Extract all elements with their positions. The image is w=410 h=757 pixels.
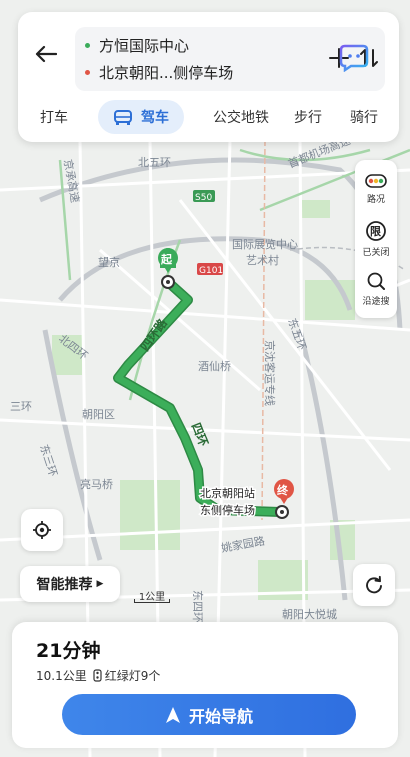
tab-taxi-label: 打车 (40, 110, 68, 126)
label-sanhuan: 三环 (10, 400, 32, 413)
refresh-button[interactable] (353, 564, 395, 606)
label-s50: S50 (195, 193, 212, 203)
recommend-label: 智能推荐 (36, 577, 93, 593)
tab-bike[interactable]: 骑行 (344, 100, 384, 134)
car-icon (114, 110, 132, 125)
navigation-arrow-icon (165, 706, 180, 723)
map-tools-panel: 路况 限 已关闭 沿途搜 (355, 160, 397, 318)
route-summary-card: 21分钟 10.1公里 红绿灯9个 开始导航 (12, 622, 398, 748)
route-distance: 10.1公里 (36, 669, 87, 683)
tab-taxi[interactable]: 打车 (32, 100, 76, 134)
tab-bike-label: 骑行 (350, 110, 378, 126)
restriction-glyph: 限 (370, 224, 381, 238)
label-artzone: 艺术村 (246, 253, 279, 267)
origin-dot-icon (85, 43, 90, 48)
label-liangmaqiao: 亮马桥 (80, 477, 113, 491)
assistant-icon[interactable] (339, 42, 369, 72)
tab-walk[interactable]: 步行 (288, 100, 328, 134)
crosshair-icon (33, 521, 51, 539)
traffic-toggle[interactable]: 路况 (355, 164, 397, 214)
route-planner-card: 方恒国际中心 北京朝阳...侧停车场 打车 驾车 公交地铁 步行 骑行 (18, 12, 399, 142)
route-duration: 21分钟 (36, 640, 101, 662)
back-button[interactable] (26, 34, 66, 74)
label-north5: 北五环 (138, 156, 171, 169)
destination-text: 北京朝阳...侧停车场 (99, 64, 234, 82)
play-triangle-icon: ▶ (96, 579, 104, 589)
restriction-toggle[interactable]: 限 已关闭 (355, 214, 397, 264)
travel-mode-tabs: 打车 驾车 公交地铁 步行 骑行 (18, 100, 399, 134)
search-along-label: 沿途搜 (362, 297, 390, 307)
traffic-label: 路况 (366, 195, 385, 205)
scale-line (134, 599, 170, 603)
smart-recommend-button[interactable]: 智能推荐 ▶ (20, 566, 120, 602)
locate-button[interactable] (21, 509, 63, 551)
origin-text: 方恒国际中心 (99, 37, 190, 55)
traffic-light-count: 红绿灯9个 (104, 669, 161, 683)
label-east4-bottom: 东四环 (191, 590, 204, 623)
dest-label-line2: 东侧停车场 (200, 503, 255, 517)
traffic-light-count-icon (93, 669, 102, 682)
dest-label-line1: 北京朝阳站 (200, 486, 255, 500)
refresh-icon (366, 575, 382, 594)
search-icon (367, 272, 385, 290)
label-chaoyang: 朝阳区 (82, 408, 115, 421)
destination-dot-icon (85, 70, 90, 75)
label-jingshen: 京沈客运专线 (263, 340, 277, 406)
search-along-button[interactable]: 沿途搜 (355, 264, 397, 314)
route-info: 10.1公里 红绿灯9个 (36, 667, 160, 684)
restriction-label: 已关闭 (362, 248, 390, 258)
tab-transit-label: 公交地铁 (213, 110, 269, 126)
traffic-light-icon (365, 174, 387, 188)
label-expo: 国际展览中心 (232, 237, 298, 251)
restriction-icon: 限 (366, 221, 386, 241)
tab-drive[interactable]: 驾车 (98, 100, 184, 134)
start-navigation-button[interactable]: 开始导航 (62, 694, 356, 735)
destination-field[interactable]: 北京朝阳...侧停车场 (85, 62, 233, 83)
label-jiuxianqiao: 酒仙桥 (198, 360, 231, 373)
start-marker[interactable]: 起 (158, 248, 178, 289)
start-navigation-label: 开始导航 (188, 706, 253, 726)
end-marker-label: 终 (277, 483, 289, 497)
start-marker-label: 起 (160, 252, 173, 266)
tab-walk-label: 步行 (294, 110, 322, 126)
tab-transit[interactable]: 公交地铁 (208, 100, 274, 134)
label-wangjing: 望京 (98, 255, 120, 269)
tab-drive-label: 驾车 (141, 110, 169, 126)
origin-field[interactable]: 方恒国际中心 (85, 35, 189, 56)
label-g101: G101 (199, 266, 223, 276)
label-chaoyang-joy: 朝阳大悦城 (282, 607, 337, 621)
map-scale: 1公里 (132, 588, 172, 604)
back-arrow-icon (35, 45, 57, 63)
